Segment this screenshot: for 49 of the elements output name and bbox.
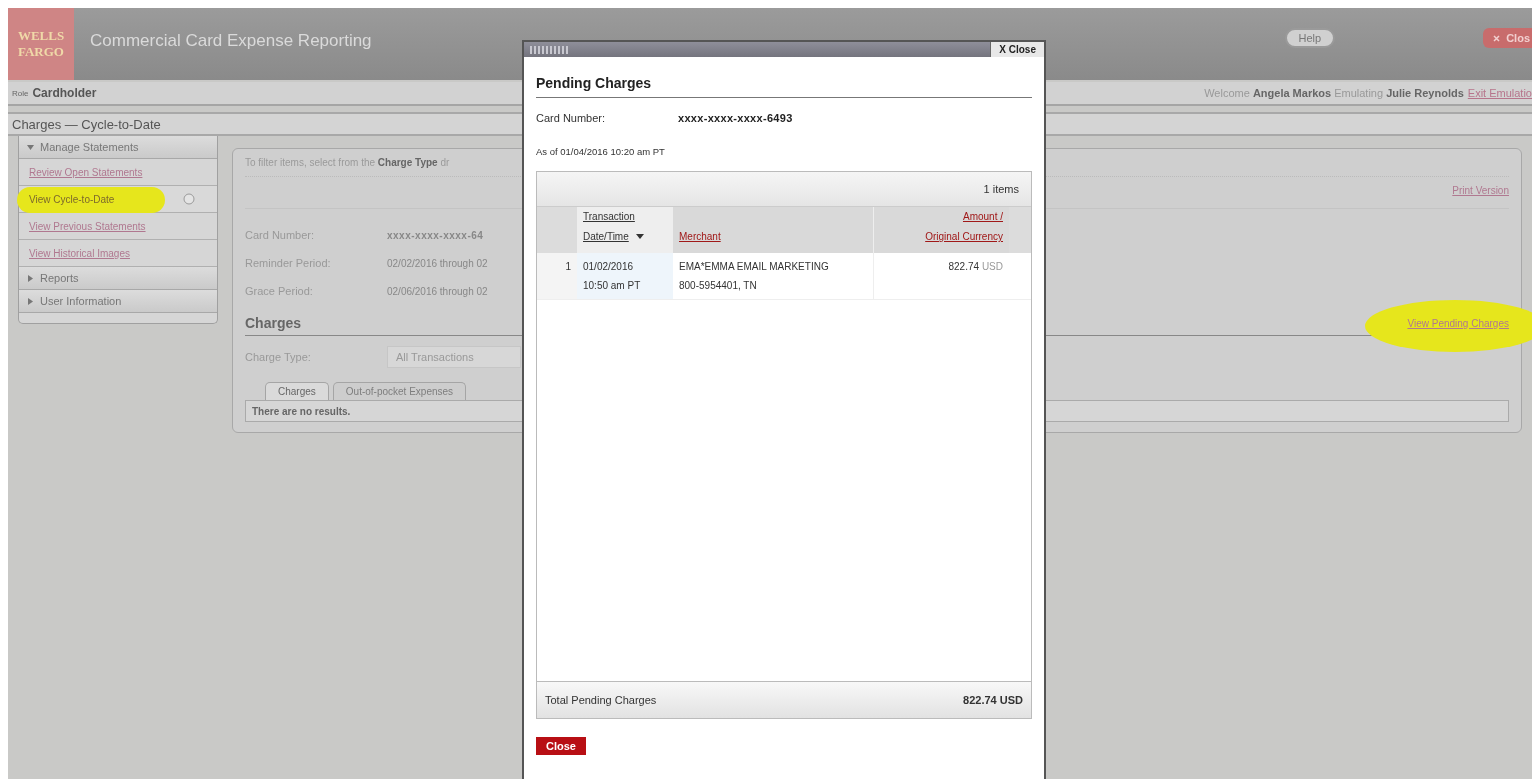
sidebar-link[interactable]: Review Open Statements (29, 166, 143, 178)
dialog-close-button[interactable]: X Close (990, 42, 1044, 57)
sort-down-icon (635, 234, 644, 239)
column-header[interactable]: Merchant (679, 227, 721, 247)
card-number: xxxx-xxxx-xxxx-6493 (678, 112, 793, 124)
total-label: Total Pending Charges (545, 694, 657, 706)
field-value: 02/06/2016 through 02 (387, 285, 488, 297)
caret-right-icon (27, 297, 34, 305)
sidebar-section[interactable]: Manage Statements (19, 136, 217, 159)
empty-message: There are no results. (252, 405, 351, 417)
close-icon (1493, 35, 1501, 42)
loading-icon (183, 193, 195, 205)
help-button[interactable]: Help (1284, 28, 1336, 48)
dialog-title: Pending Charges (536, 75, 1032, 98)
table-cell: 822.74 USD (873, 253, 1009, 299)
sidebar-link[interactable]: View Historical Images (29, 247, 130, 259)
table-cell-text: EMA*EMMA EMAIL MARKETING 800-5954401, TN (678, 260, 830, 293)
sidebar-link[interactable]: View Previous Statements (29, 220, 146, 232)
sidebar-section[interactable]: Reports (19, 267, 217, 290)
item-count: 1 items (983, 183, 1019, 195)
field-label: Card Number: (536, 112, 607, 124)
logo: WELLS FARGO (8, 8, 74, 80)
field-value: 02/02/2016 through 02 (387, 257, 488, 269)
field-value: xxxx-xxxx-xxxx-64 (387, 229, 484, 241)
tab[interactable]: Out-of-pocket Expenses (332, 382, 467, 400)
tab[interactable]: Charges (265, 382, 329, 400)
total-value: 822.74 USD (963, 694, 1023, 706)
close-button[interactable]: Clos (1483, 28, 1532, 48)
column-header[interactable]: Amount / Original Currency (925, 207, 1003, 247)
page-title: Charges — Cycle-to-Date (12, 116, 161, 132)
charge-type-dropdown[interactable]: All Transactions (387, 346, 521, 368)
exit-emulation-link[interactable]: Exit Emulatio (1467, 87, 1532, 99)
close-button[interactable]: Close (536, 737, 586, 755)
app-title: Commercial Card Expense Reporting (90, 31, 372, 51)
sidebar-section[interactable]: User Information (19, 290, 217, 313)
view-pending-charges-link[interactable]: View Pending Charges (1407, 317, 1509, 329)
column-header[interactable]: Transaction Date/Time (583, 207, 635, 247)
print-version-link[interactable]: Print Version (1452, 185, 1509, 196)
role-name: Cardholder (32, 86, 97, 100)
row-number: 1 (537, 253, 577, 299)
role-label: Role (12, 88, 29, 98)
welcome-text: Welcome Angela Markos Emulating Julie Reynolds (1204, 87, 1464, 99)
grip-icon[interactable] (530, 45, 570, 54)
caret-right-icon (27, 274, 34, 282)
as-of-timestamp: As of 01/04/2016 10:20 am PT (536, 146, 666, 157)
sidebar-link[interactable]: View Cycle-to-Date (29, 193, 115, 205)
table-cell: 01/02/2016 10:50 am PT (577, 253, 673, 299)
caret-down-icon (27, 143, 34, 151)
section-heading: Charges (245, 315, 302, 331)
